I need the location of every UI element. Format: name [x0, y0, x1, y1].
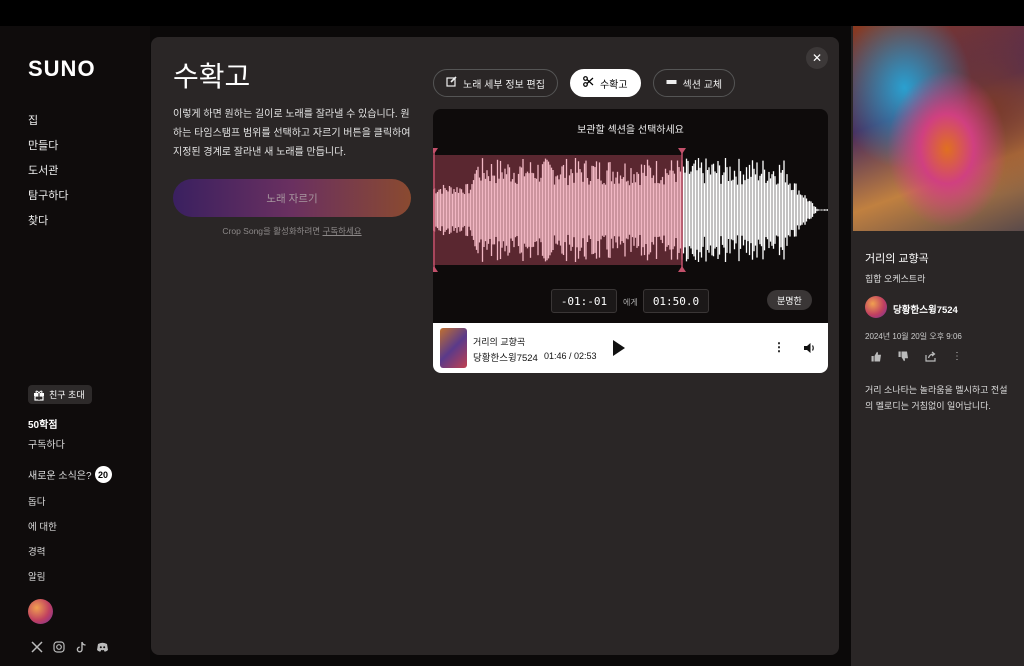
logo[interactable]: SUNO [28, 56, 96, 82]
sidebar-item-home[interactable]: 집 [28, 114, 68, 139]
tiktok-icon[interactable] [74, 640, 87, 653]
song-description: 거리 소나타는 놀라움을 멜시하고 전설의 멜로디는 거침없이 일어납니다. [865, 385, 1008, 411]
tab-label: 노래 세부 정보 편집 [463, 79, 545, 91]
start-time-field[interactable]: -01:-01 [551, 289, 617, 313]
thumbs-up-icon[interactable] [871, 351, 882, 365]
song-player: 거리의 교향곡 당황한스윙7524 01:46 / 02:53 ⋮ [433, 323, 828, 373]
scissors-icon [583, 76, 594, 90]
sidebar-item-about[interactable]: 에 대한 [28, 519, 57, 544]
whats-new-link[interactable]: 새로운 소식은? 20 [28, 466, 112, 483]
song-genre[interactable]: 힙합 오케스트라 [865, 272, 925, 285]
subscribe-link-inline[interactable]: 구독하세요 [323, 226, 362, 236]
modal-title: 수확고 [173, 60, 251, 93]
subscribe-link[interactable]: 구독하다 [28, 436, 65, 451]
artist-name[interactable]: 당황한스윙7524 [893, 302, 958, 316]
discord-icon[interactable] [96, 640, 109, 653]
song-title: 거리의 교향곡 [473, 337, 526, 347]
invite-friends-button[interactable]: 친구 초대 [28, 385, 92, 404]
waveform[interactable] [433, 109, 828, 323]
user-avatar[interactable] [28, 599, 53, 624]
crop-note: Crop Song을 활성화하려면 구독하세요 [173, 225, 411, 237]
waveform-panel: 보관할 섹션을 선택하세요 -01:-01 에게 01:50.0 분명한 [433, 109, 828, 323]
song-date: 2024년 10월 20일 오후 9:06 [865, 332, 962, 341]
crop-song-button[interactable]: 노래 자르기 [173, 179, 411, 217]
sidebar-item-help[interactable]: 돕다 [28, 494, 57, 519]
credits-count: 50학점 [28, 420, 58, 431]
to-label: 에게 [623, 298, 638, 307]
song-actions: ⋮ [871, 351, 962, 365]
tab-edit-details[interactable]: 노래 세부 정보 편집 [433, 69, 558, 97]
sidebar-item-search[interactable]: 찾다 [28, 214, 68, 239]
whats-new-label: 새로운 소식은? [28, 471, 92, 482]
song-time: 01:46 / 02:53 [544, 351, 597, 361]
thumbs-down-icon[interactable] [898, 351, 909, 365]
sidebar-nav: 집 만들다 도서관 탐구하다 찾다 [28, 114, 68, 239]
crop-song-modal: ✕ 수확고 이렇게 하면 원하는 길이로 노래를 잘라낼 수 있습니다. 원하는… [151, 37, 839, 655]
clear-button[interactable]: 분명한 [767, 290, 812, 310]
sidebar-item-library[interactable]: 도서관 [28, 164, 68, 189]
sidebar-item-create[interactable]: 만들다 [28, 139, 68, 164]
tab-replace-section[interactable]: 섹션 교체 [652, 69, 736, 97]
sidebar-item-explore[interactable]: 탐구하다 [28, 189, 68, 214]
song-title: 거리의 교향곡 [865, 253, 929, 265]
song-detail-panel: 거리의 교향곡 힙합 오케스트라 당황한스윙7524 2024년 10월 20일… [851, 26, 1024, 666]
sidebar-item-notifications[interactable]: 알림 [28, 569, 57, 594]
crop-note-text: Crop Song을 활성화하려면 [222, 226, 323, 236]
close-icon: ✕ [811, 51, 823, 65]
secondary-nav: 돕다 에 대한 경력 알림 [28, 494, 57, 594]
tab-crop[interactable]: 수확고 [569, 69, 641, 97]
replace-icon [666, 77, 677, 89]
more-options-icon[interactable]: ⋮ [952, 351, 962, 365]
sidebar-item-careers[interactable]: 경력 [28, 544, 57, 569]
play-icon[interactable] [613, 340, 625, 356]
share-icon[interactable] [925, 351, 936, 365]
waveform-title: 보관할 섹션을 선택하세요 [577, 125, 684, 136]
song-artwork [853, 26, 1024, 231]
x-icon[interactable] [30, 640, 43, 653]
sidebar: SUNO 집 만들다 도서관 탐구하다 찾다 친구 초대 50학점 구독하다 새… [0, 26, 150, 666]
invite-label: 친구 초대 [49, 390, 85, 400]
tab-label: 섹션 교체 [682, 79, 723, 91]
song-cover [440, 328, 467, 368]
edit-tabs: 노래 세부 정보 편집 수확고 섹션 교체 [433, 69, 736, 97]
gift-icon [33, 389, 45, 401]
edit-icon [446, 76, 457, 90]
instagram-icon[interactable] [52, 640, 65, 653]
modal-description: 이렇게 하면 원하는 길이로 노래를 잘라낼 수 있습니다. 원하는 타임스탬프… [173, 109, 411, 158]
news-count-badge: 20 [94, 466, 112, 483]
song-artist[interactable]: 당황한스윙7524 [473, 350, 538, 364]
social-links [30, 640, 109, 653]
top-bar [0, 0, 1024, 26]
volume-icon[interactable] [803, 341, 817, 355]
artist-avatar[interactable] [865, 296, 887, 318]
more-options-icon[interactable]: ⋮ [773, 340, 785, 354]
end-time-field[interactable]: 01:50.0 [643, 289, 709, 313]
tab-label: 수확고 [599, 79, 628, 91]
close-button[interactable]: ✕ [806, 47, 828, 69]
